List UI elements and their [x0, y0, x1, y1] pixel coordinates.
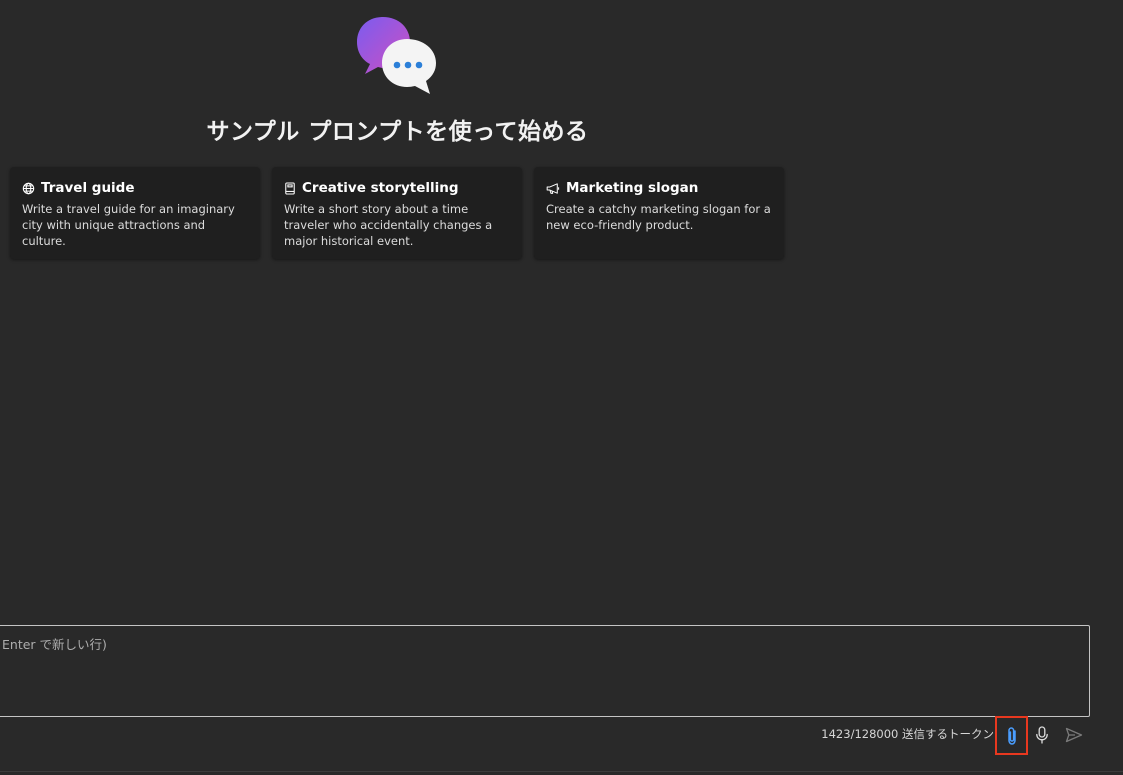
token-count: 1423/128000 送信するトークン [821, 727, 994, 741]
paperclip-icon [1007, 726, 1016, 745]
chat-input[interactable] [0, 626, 1089, 716]
card-title: Creative storytelling [302, 180, 459, 196]
chat-playground: サンプル プロンプトを使って始める Travel guide Write a t… [0, 0, 1123, 775]
microphone-icon [1036, 726, 1048, 744]
book-icon [285, 181, 295, 195]
card-description: Write a short story about a time travele… [284, 202, 493, 248]
card-title: Travel guide [41, 180, 135, 196]
card-description: Create a catchy marketing slogan for a n… [546, 202, 771, 232]
card-title: Marketing slogan [566, 180, 699, 196]
globe-icon [22, 182, 35, 194]
attach-button[interactable] [995, 716, 1028, 755]
megaphone-icon [546, 182, 560, 194]
microphone-button[interactable] [1030, 722, 1054, 748]
bottom-divider [0, 771, 1123, 772]
sample-prompt-creative-storytelling[interactable]: Creative storytelling Write a short stor… [272, 167, 522, 259]
sample-prompt-marketing-slogan[interactable]: Marketing slogan Create a catchy marketi… [534, 167, 784, 259]
send-icon [1065, 727, 1083, 743]
send-button[interactable] [1061, 722, 1087, 748]
chat-input-box [0, 625, 1090, 717]
card-description: Write a travel guide for an imaginary ci… [22, 202, 235, 248]
sample-prompt-travel-guide[interactable]: Travel guide Write a travel guide for an… [10, 167, 260, 259]
chat-bubbles-icon [357, 17, 436, 94]
page-heading: サンプル プロンプトを使って始める [206, 119, 589, 145]
